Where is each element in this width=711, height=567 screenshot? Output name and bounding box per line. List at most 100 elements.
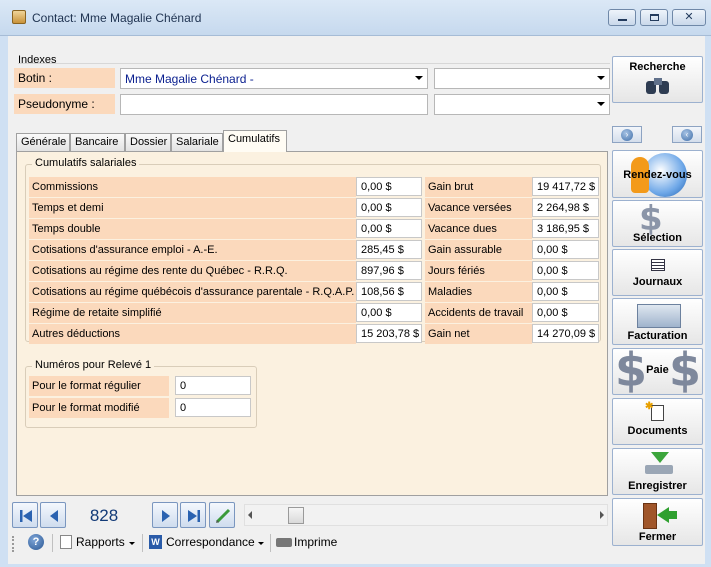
pseudonyme-input[interactable] <box>120 94 428 115</box>
tab-cumulatifs[interactable]: Cumulatifs <box>223 130 287 152</box>
regime-retraite-value[interactable]: 0,00 $ <box>356 303 422 322</box>
recherche-button[interactable]: Recherche <box>612 56 703 103</box>
pencil-icon <box>215 508 231 524</box>
selection-button[interactable]: $ Sélection <box>612 200 703 247</box>
documents-label: Documents <box>627 425 688 437</box>
autres-deductions-value[interactable]: 15 203,78 $ <box>356 324 422 343</box>
help-icon[interactable]: ? <box>28 534 44 550</box>
assurance-emploi-label: Cotisations d'assurance emploi - A.-E. <box>29 240 356 260</box>
cumulatifs-tab-panel: Cumulatifs salariales Commissions 0,00 $… <box>16 151 608 496</box>
close-button[interactable]: ✕ <box>672 9 706 26</box>
invoice-icon <box>637 304 681 328</box>
toolbar-separator <box>270 534 271 552</box>
minimize-button[interactable] <box>608 9 636 26</box>
next-record-button[interactable] <box>152 502 178 528</box>
paie-label: Paie <box>646 364 669 376</box>
fermer-button[interactable]: Fermer <box>612 498 703 546</box>
facturation-label: Facturation <box>627 330 688 342</box>
format-modifie-input[interactable]: 0 <box>175 398 251 417</box>
accidents-travail-value[interactable]: 0,00 $ <box>532 303 599 322</box>
gain-assurable-value[interactable]: 0,00 $ <box>532 240 599 259</box>
pseudonyme-secondary-combobox[interactable] <box>434 94 610 115</box>
horizontal-scrollbar[interactable] <box>244 504 608 526</box>
imprime-button[interactable]: Imprime <box>294 535 337 549</box>
chevron-down-icon[interactable] <box>258 542 264 545</box>
documents-button[interactable]: ✱ Documents <box>612 398 703 445</box>
botin-value: Mme Magalie Chénard - <box>125 72 254 86</box>
close-icon: ✕ <box>684 11 694 23</box>
correspondance-menu[interactable]: Correspondance <box>166 535 255 549</box>
arrow-right-icon: › <box>621 129 633 141</box>
save-tray-icon <box>645 465 673 474</box>
pseudonyme-label: Pseudonyme : <box>14 94 115 114</box>
assurance-emploi-value[interactable]: 285,45 $ <box>356 240 422 259</box>
form-client-area: Indexes Botin : Mme Magalie Chénard - Ps… <box>8 36 705 564</box>
last-record-icon <box>188 510 200 522</box>
vacance-versees-value[interactable]: 2 264,98 $ <box>532 198 599 217</box>
maladies-value[interactable]: 0,00 $ <box>532 282 599 301</box>
gain-net-value[interactable]: 14 270,09 $ <box>532 324 599 343</box>
scroll-right-arrow-icon[interactable] <box>600 511 604 519</box>
format-regulier-input[interactable]: 0 <box>175 376 251 395</box>
fermer-label: Fermer <box>638 531 677 543</box>
vacance-dues-value[interactable]: 3 186,95 $ <box>532 219 599 238</box>
rrq-label: Cotisations au régime des rente du Québe… <box>29 261 356 281</box>
releve-group-title: Numéros pour Relevé 1 <box>32 359 155 371</box>
rrq-value[interactable]: 897,96 $ <box>356 261 422 280</box>
scrollbar-thumb[interactable] <box>288 507 304 524</box>
rendez-vous-label: Rendez-vous <box>623 169 692 181</box>
scroll-left-arrow-icon[interactable] <box>248 511 252 519</box>
toolbar-separator <box>52 534 53 552</box>
format-modifie-label: Pour le format modifié <box>29 398 169 418</box>
chevron-down-icon[interactable] <box>597 102 605 106</box>
paie-button[interactable]: $ $ Paie <box>612 348 703 395</box>
commissions-value[interactable]: 0,00 $ <box>356 177 422 196</box>
restore-button[interactable] <box>640 9 668 26</box>
tab-dossier[interactable]: Dossier <box>125 133 171 151</box>
edit-record-button[interactable] <box>209 502 235 528</box>
botin-combobox[interactable]: Mme Magalie Chénard - <box>120 68 428 89</box>
chevron-down-icon[interactable] <box>597 76 605 80</box>
next-record-icon <box>162 510 170 522</box>
rendez-vous-button[interactable]: Rendez-vous <box>612 150 703 198</box>
facturation-button[interactable]: Facturation <box>612 298 703 345</box>
rqap-value[interactable]: 108,56 $ <box>356 282 422 301</box>
exit-arrow-shaft-icon <box>667 511 677 519</box>
accidents-travail-label: Accidents de travail <box>425 303 532 323</box>
temps-et-demi-label: Temps et demi <box>29 198 356 218</box>
last-record-button[interactable] <box>180 502 206 528</box>
commissions-label: Commissions <box>29 177 356 197</box>
chevron-down-icon[interactable] <box>415 76 423 80</box>
journal-list-icon <box>651 259 665 271</box>
dotted-grip-icon <box>12 536 14 552</box>
temps-double-value[interactable]: 0,00 $ <box>356 219 422 238</box>
regime-retraite-label: Régime de retaite simplifié <box>29 303 356 323</box>
exit-door-icon <box>643 503 657 529</box>
enregistrer-button[interactable]: Enregistrer <box>612 448 703 495</box>
first-record-icon <box>20 510 32 522</box>
arrow-left-icon: ‹ <box>681 129 693 141</box>
botin-label: Botin : <box>14 68 115 88</box>
enregistrer-label: Enregistrer <box>628 480 687 492</box>
journaux-button[interactable]: Journaux <box>612 249 703 296</box>
chevron-down-icon[interactable] <box>129 542 135 545</box>
sidebar-previous-button[interactable]: › <box>612 126 642 143</box>
jours-feries-label: Jours fériés <box>425 261 532 281</box>
sidebar-next-button[interactable]: ‹ <box>672 126 702 143</box>
rapports-menu[interactable]: Rapports <box>76 535 125 549</box>
vacance-dues-label: Vacance dues <box>425 219 532 239</box>
tab-salariale[interactable]: Salariale <box>171 133 223 151</box>
temps-et-demi-value[interactable]: 0,00 $ <box>356 198 422 217</box>
botin-secondary-combobox[interactable] <box>434 68 610 89</box>
tab-bancaire[interactable]: Bancaire <box>70 133 125 151</box>
toolbar-separator <box>142 534 143 552</box>
printer-icon <box>276 538 292 547</box>
gain-brut-value[interactable]: 19 417,72 $ <box>532 177 599 196</box>
record-navigator: 828 <box>12 498 608 528</box>
record-number[interactable]: 828 <box>52 502 156 528</box>
recherche-label: Recherche <box>629 61 686 73</box>
first-record-button[interactable] <box>12 502 38 528</box>
tab-generale[interactable]: Générale <box>16 133 70 151</box>
jours-feries-value[interactable]: 0,00 $ <box>532 261 599 280</box>
minimize-icon <box>617 19 627 21</box>
